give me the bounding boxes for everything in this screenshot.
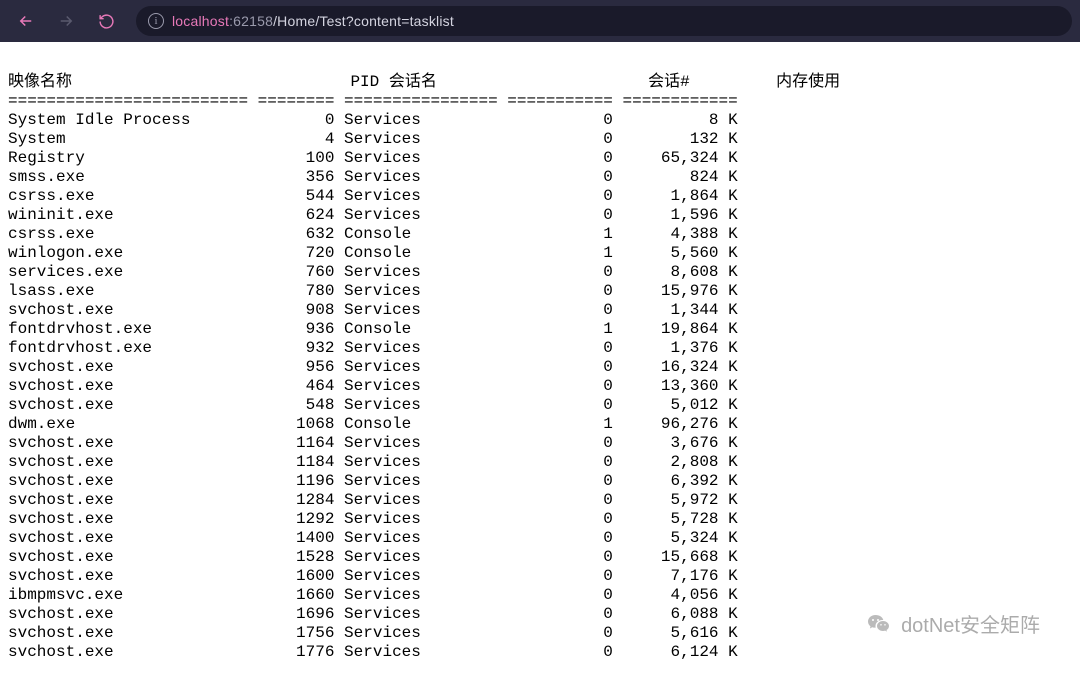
- forward-button[interactable]: [48, 3, 84, 39]
- address-bar[interactable]: i localhost:62158/Home/Test?content=task…: [136, 6, 1072, 36]
- reload-button[interactable]: [88, 3, 124, 39]
- browser-toolbar: i localhost:62158/Home/Test?content=task…: [0, 0, 1080, 42]
- arrow-right-icon: [57, 12, 75, 30]
- watermark-text: dotNet安全矩阵: [901, 609, 1040, 638]
- watermark: dotNet安全矩阵: [865, 609, 1040, 638]
- site-info-icon[interactable]: i: [148, 13, 164, 29]
- reload-icon: [98, 13, 115, 30]
- arrow-left-icon: [17, 12, 35, 30]
- url-host: localhost: [172, 13, 229, 29]
- tasklist-output: 映像名称 PID 会话名 会话# 内存使用 ==================…: [0, 42, 1080, 684]
- url-text: localhost:62158/Home/Test?content=taskli…: [172, 13, 454, 29]
- url-port: :62158: [229, 13, 273, 29]
- wechat-icon: [865, 612, 893, 636]
- back-button[interactable]: [8, 3, 44, 39]
- url-path: /Home/Test?content=tasklist: [273, 13, 454, 29]
